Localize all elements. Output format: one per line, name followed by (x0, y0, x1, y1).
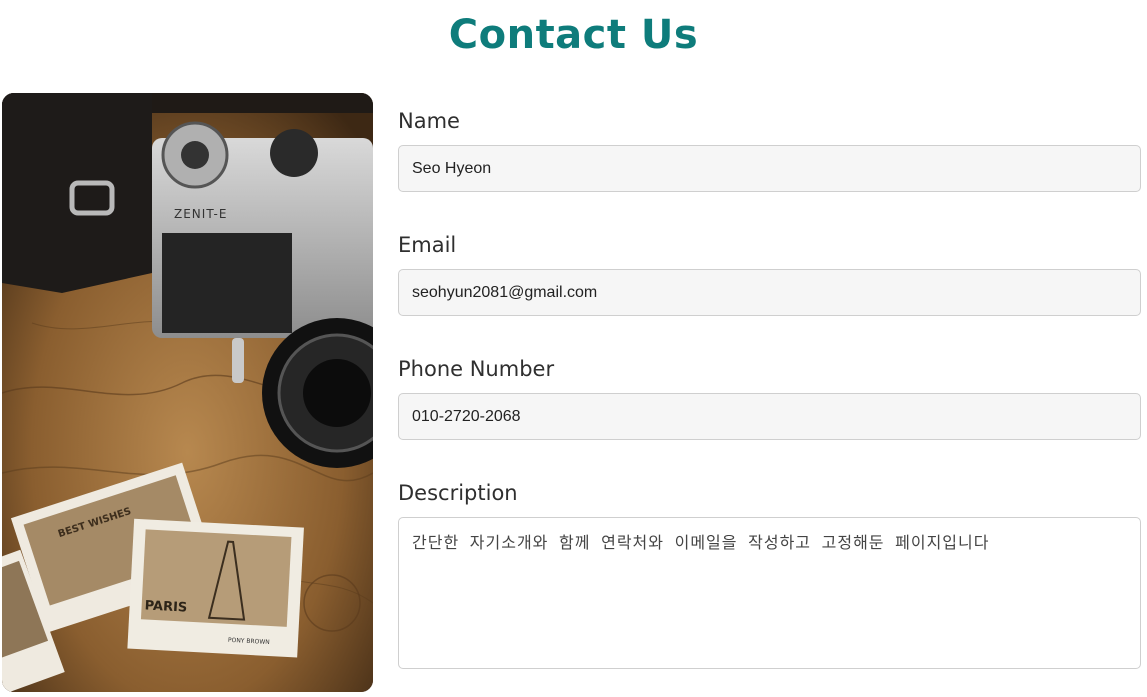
svg-text:PARIS: PARIS (144, 598, 187, 615)
svg-text:ZENIT-E: ZENIT-E (174, 207, 227, 221)
description-textarea[interactable]: 간단한 자기소개와 함께 연락처와 이메일을 작성하고 고정해둔 페이지입니다 (398, 517, 1141, 669)
page-title: Contact Us (448, 12, 699, 58)
phone-label: Phone Number (398, 357, 555, 381)
name-input[interactable]: Seo Hyeon (398, 145, 1141, 192)
name-label: Name (398, 109, 460, 133)
email-input[interactable]: seohyun2081@gmail.com (398, 269, 1141, 316)
phone-field-group: Phone Number 010-2720-2068 (398, 352, 1141, 440)
camera-photo-image: ZENIT-E BEST WISHES PONY BROWN PARIS PON… (2, 93, 373, 692)
name-field-group: Name Seo Hyeon (398, 104, 1141, 192)
phone-input[interactable]: 010-2720-2068 (398, 393, 1141, 440)
description-label: Description (398, 481, 518, 505)
description-field-group: Description 간단한 자기소개와 함께 연락처와 이메일을 작성하고 … (398, 476, 1141, 669)
email-field-group: Email seohyun2081@gmail.com (398, 228, 1141, 316)
email-label: Email (398, 233, 457, 257)
